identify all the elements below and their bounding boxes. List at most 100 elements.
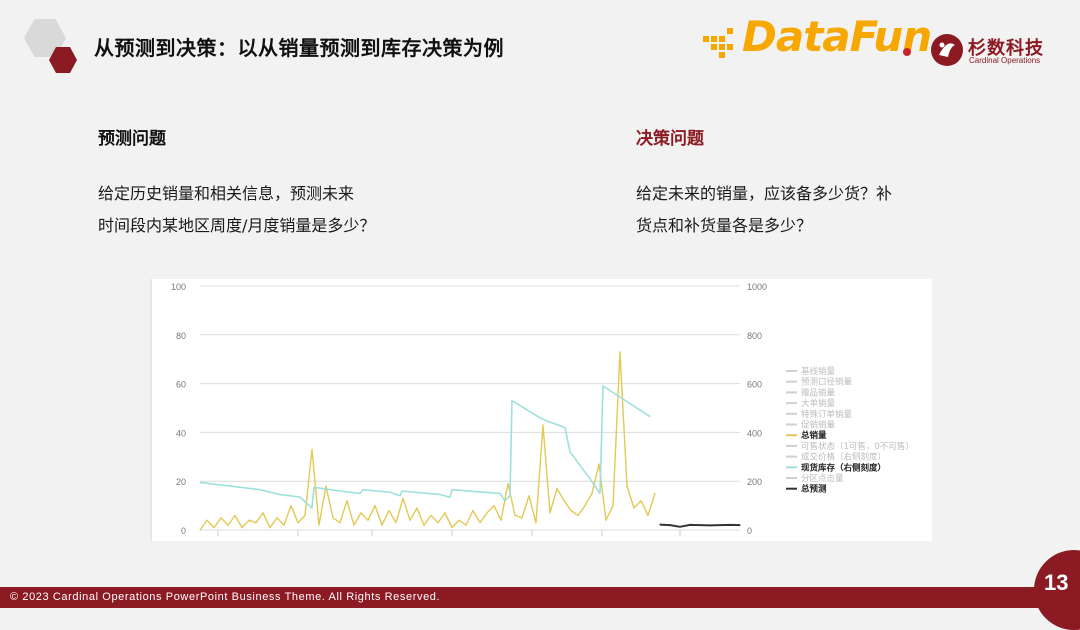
data-point — [259, 489, 261, 491]
data-point — [346, 500, 348, 502]
prediction-description: 给定历史销量和相关信息，预测未来 时间段内某地区周度/月度销量是多少？ — [98, 178, 375, 242]
data-point — [569, 451, 571, 453]
data-point — [507, 483, 509, 485]
data-point — [465, 524, 467, 526]
data-point — [449, 496, 451, 498]
left-axis-tick-label: 0 — [181, 526, 186, 536]
shanshu-logo-english: Cardinal Operations — [969, 56, 1041, 65]
left-axis-tick-label: 20 — [176, 477, 186, 487]
data-point — [451, 489, 453, 491]
prediction-line-2: 时间段内某地区周度/月度销量是多少？ — [98, 216, 376, 235]
data-point — [304, 514, 306, 516]
data-point — [564, 426, 566, 429]
data-point — [389, 491, 391, 493]
data-point — [729, 524, 731, 526]
datafun-logo-mark — [703, 28, 733, 58]
data-point — [535, 522, 537, 524]
decision-description: 给定未来的销量，应该备多少货？补 货点和补货量各是多少？ — [636, 178, 892, 242]
data-point — [423, 524, 425, 526]
legend-label: 总预测 — [801, 484, 827, 495]
legend-label: 分区点击量 — [801, 473, 844, 484]
data-point — [719, 524, 721, 526]
page-number: 13 — [1044, 570, 1069, 595]
data-point — [313, 486, 315, 488]
data-point — [521, 517, 523, 519]
data-point — [206, 519, 208, 521]
data-point — [493, 505, 495, 507]
data-point — [589, 478, 591, 480]
right-axis-tick-label: 800 — [747, 331, 762, 341]
data-point — [451, 527, 453, 529]
prediction-heading: 预测问题 — [98, 129, 166, 149]
data-point — [439, 494, 441, 496]
data-point — [374, 505, 376, 507]
series-line — [199, 385, 651, 509]
data-point — [709, 524, 711, 526]
legend-label: 可售状态（1可售，0不可售） — [801, 441, 914, 452]
legend-label: 特殊订单销量 — [801, 409, 853, 420]
left-axis-tick-label: 100 — [171, 282, 186, 292]
prediction-line-1: 给定历史销量和相关信息，预测未来 — [98, 184, 355, 203]
data-point — [544, 419, 546, 421]
data-point — [679, 526, 681, 528]
data-point — [332, 517, 334, 519]
data-point — [640, 500, 642, 502]
data-point — [509, 495, 511, 497]
footer-copyright: © 2023 Cardinal Operations PowerPoint Bu… — [10, 591, 441, 603]
right-axis-tick-label: 0 — [747, 526, 752, 536]
data-point — [633, 507, 635, 509]
legend-label: 总销量 — [801, 430, 827, 441]
data-point — [479, 522, 481, 524]
sales-inventory-chart: 0 20 40 60 80 100 0 200 400 600 800 1000 基线销量 预测口径销量赠… — [150, 279, 932, 541]
datafun-logo-dot — [903, 48, 911, 56]
data-point — [472, 509, 474, 512]
data-point — [401, 490, 403, 492]
data-point — [591, 492, 593, 494]
data-point — [599, 492, 601, 494]
chart-canvas: 02040608010002004006008001000基线销量预测口径销量赠… — [150, 279, 914, 541]
data-point — [299, 496, 301, 498]
legend-label: 现货库存（右侧刻度） — [801, 462, 886, 473]
data-point — [229, 485, 231, 487]
data-point — [416, 507, 418, 509]
data-point — [514, 514, 516, 516]
data-point — [395, 522, 397, 524]
data-point — [297, 522, 299, 524]
data-point — [199, 529, 201, 531]
data-point — [279, 494, 281, 496]
data-point — [339, 490, 341, 492]
data-point — [437, 522, 439, 524]
data-point — [563, 500, 565, 502]
data-point — [528, 495, 530, 497]
data-point — [577, 514, 579, 516]
data-point — [241, 527, 243, 529]
data-point — [325, 485, 327, 487]
data-point — [556, 487, 558, 490]
data-point — [584, 505, 586, 507]
data-point — [283, 524, 285, 526]
data-point — [669, 524, 671, 526]
data-point — [654, 492, 656, 494]
data-point — [739, 524, 741, 526]
data-point — [598, 463, 600, 465]
decision-heading: 决策问题 — [636, 129, 704, 149]
data-point — [612, 505, 614, 507]
data-point — [444, 512, 446, 514]
data-point — [626, 485, 628, 487]
decision-line-1: 给定未来的销量，应该备多少货？补 — [636, 184, 893, 203]
data-point — [689, 524, 691, 526]
shanshu-logo-icon — [931, 34, 963, 66]
data-point — [504, 500, 506, 502]
data-point — [402, 497, 404, 499]
data-point — [362, 489, 364, 491]
legend-label: 促销销量 — [801, 420, 836, 431]
data-point — [220, 517, 222, 519]
right-axis-tick-label: 1000 — [747, 282, 767, 292]
data-point — [311, 507, 313, 509]
data-point — [360, 512, 362, 514]
data-point — [500, 519, 502, 521]
data-point — [367, 519, 369, 521]
data-point — [213, 527, 215, 529]
data-point — [234, 514, 236, 516]
decision-line-2: 货点和补货量各是多少？ — [636, 216, 813, 235]
